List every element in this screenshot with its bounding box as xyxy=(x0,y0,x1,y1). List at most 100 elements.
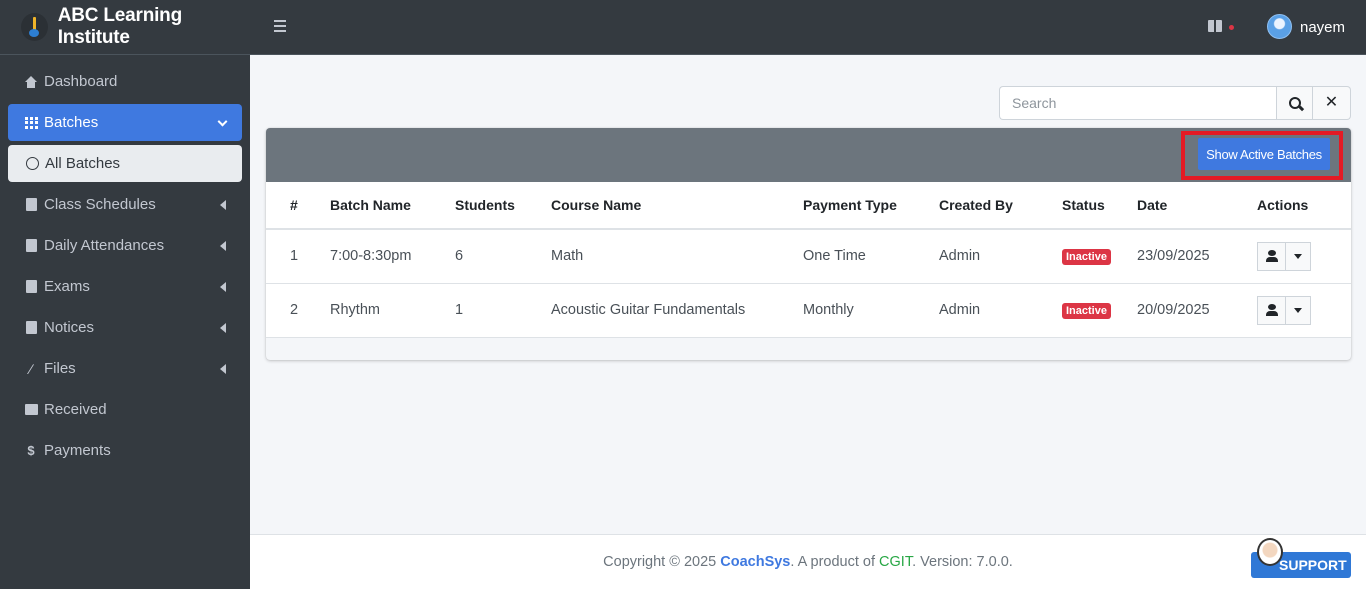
circle-icon xyxy=(26,157,39,170)
clipboard-icon xyxy=(24,321,38,335)
topbar: nayem xyxy=(250,0,1366,55)
status-badge: Inactive xyxy=(1062,248,1111,265)
column-header-course-name: Course Name xyxy=(551,182,803,230)
sidebar-item-label: All Batches xyxy=(45,155,121,172)
table-row: 1 7:00-8:30pm 6 Math One Time Admin Inac… xyxy=(266,229,1351,284)
column-header-date: Date xyxy=(1137,182,1257,230)
cell-date: 20/09/2025 xyxy=(1137,283,1257,338)
cell-course-name: Acoustic Guitar Fundamentals xyxy=(551,283,803,338)
chevron-left-icon xyxy=(220,363,226,374)
actions-dropdown-button[interactable] xyxy=(1286,241,1311,271)
footer-version: . Version: 7.0.0. xyxy=(912,554,1013,570)
batches-card: Show Active Batches # Batch Name Student… xyxy=(266,128,1351,360)
batches-table: # Batch Name Students Course Name Paymen… xyxy=(266,182,1351,338)
brand[interactable]: ABC Learning Institute xyxy=(0,0,250,55)
footer-copyright: Copyright © 2025 xyxy=(603,554,721,570)
support-agent-icon xyxy=(1257,538,1283,566)
sidebar-item-daily-attendances[interactable]: Daily Attendances xyxy=(8,227,242,264)
sidebar-item-batches[interactable]: Batches xyxy=(8,104,242,141)
search-button[interactable] xyxy=(1276,86,1313,120)
paperclip-icon: ∕ xyxy=(29,360,33,377)
cell-date: 23/09/2025 xyxy=(1137,229,1257,284)
dollar-icon: $ xyxy=(27,443,35,458)
card-header: Show Active Batches xyxy=(266,128,1351,182)
grid-icon xyxy=(24,116,38,130)
avatar[interactable] xyxy=(1267,14,1292,39)
cell-payment-type: One Time xyxy=(803,229,939,284)
caret-down-icon xyxy=(1294,253,1302,259)
students-button[interactable] xyxy=(1257,295,1286,325)
column-header-status: Status xyxy=(1062,182,1137,230)
search-group: ✕ xyxy=(999,86,1351,120)
cell-course-name: Math xyxy=(551,229,803,284)
column-header-students: Students xyxy=(455,182,551,230)
show-active-batches-button[interactable]: Show Active Batches xyxy=(1198,138,1330,170)
row-actions xyxy=(1257,295,1311,325)
brand-logo-icon xyxy=(21,13,48,41)
support-button[interactable]: SUPPORT xyxy=(1251,538,1351,578)
chevron-down-icon xyxy=(217,116,228,127)
sidebar-item-files[interactable]: ∕ Files xyxy=(8,350,242,387)
clipboard-icon xyxy=(24,239,38,253)
chevron-left-icon xyxy=(220,240,226,251)
column-header-actions: Actions xyxy=(1257,182,1351,230)
table-header-row: # Batch Name Students Course Name Paymen… xyxy=(266,182,1351,230)
cell-batch-name: Rhythm xyxy=(330,283,455,338)
sidebar-item-class-schedules[interactable]: Class Schedules xyxy=(8,186,242,223)
sidebar-item-dashboard[interactable]: Dashboard xyxy=(8,63,242,100)
copy-icon xyxy=(24,280,38,294)
sidebar-item-payments[interactable]: $ Payments xyxy=(8,432,242,469)
sidebar: ABC Learning Institute Dashboard Batches… xyxy=(0,0,250,589)
clear-search-button[interactable]: ✕ xyxy=(1313,86,1351,120)
cell-actions xyxy=(1257,229,1351,284)
sidebar-item-label: Received xyxy=(44,401,107,418)
cell-students: 1 xyxy=(455,283,551,338)
close-icon: ✕ xyxy=(1324,94,1339,111)
sidebar-item-received[interactable]: Received xyxy=(8,391,242,428)
gift-icon[interactable] xyxy=(1208,20,1222,32)
sidebar-item-label: Exams xyxy=(44,278,90,295)
column-header-batch-name: Batch Name xyxy=(330,182,455,230)
sidebar-item-label: Batches xyxy=(44,114,99,131)
footer-company-link[interactable]: CGIT xyxy=(879,554,912,570)
username[interactable]: nayem xyxy=(1300,19,1345,36)
brand-name: ABC Learning Institute xyxy=(57,5,182,48)
search-input[interactable] xyxy=(999,86,1276,120)
hamburger-menu-icon[interactable] xyxy=(274,20,286,32)
footer-product-link[interactable]: CoachSys xyxy=(720,554,790,570)
caret-down-icon xyxy=(1294,307,1302,313)
row-actions xyxy=(1257,241,1311,271)
cell-created-by: Admin xyxy=(939,229,1062,284)
table-row: 2 Rhythm 1 Acoustic Guitar Fundamentals … xyxy=(266,283,1351,338)
footer-text: . A product of xyxy=(790,554,880,570)
cell-batch-name: 7:00-8:30pm xyxy=(330,229,455,284)
notification-dot xyxy=(1229,25,1234,30)
cell-payment-type: Monthly xyxy=(803,283,939,338)
cell-status: Inactive xyxy=(1062,229,1137,284)
sidebar-item-label: Notices xyxy=(44,319,95,336)
sidebar-item-label: Daily Attendances xyxy=(44,237,165,254)
column-header-created-by: Created By xyxy=(939,182,1062,230)
sidebar-item-all-batches[interactable]: All Batches xyxy=(8,145,242,182)
cell-number: 1 xyxy=(266,229,330,284)
actions-dropdown-button[interactable] xyxy=(1286,295,1311,325)
cell-created-by: Admin xyxy=(939,283,1062,338)
sidebar-item-notices[interactable]: Notices xyxy=(8,309,242,346)
cell-actions xyxy=(1257,283,1351,338)
chevron-left-icon xyxy=(220,322,226,333)
sidebar-item-exams[interactable]: Exams xyxy=(8,268,242,305)
footer: Copyright © 2025 CoachSys. A product of … xyxy=(250,534,1366,589)
calendar-check-icon xyxy=(24,198,38,212)
chevron-left-icon xyxy=(220,199,226,210)
students-button[interactable] xyxy=(1257,241,1286,271)
cell-students: 6 xyxy=(455,229,551,284)
cell-status: Inactive xyxy=(1062,283,1137,338)
user-graduate-icon xyxy=(1265,304,1278,316)
search-icon xyxy=(1288,97,1301,109)
column-header-payment-type: Payment Type xyxy=(803,182,939,230)
sidebar-item-label: Dashboard xyxy=(44,73,118,90)
sidebar-item-label: Class Schedules xyxy=(44,196,156,213)
home-icon xyxy=(24,75,38,89)
sidebar-item-label: Files xyxy=(44,360,76,377)
user-graduate-icon xyxy=(1265,250,1278,263)
